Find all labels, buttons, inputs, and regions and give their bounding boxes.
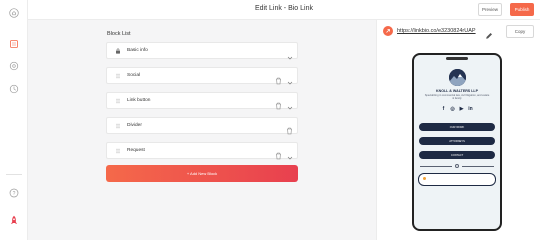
link-button[interactable]: OUR WORK	[419, 123, 495, 131]
instagram-icon[interactable]: ◎	[450, 106, 456, 112]
rail-divider	[6, 174, 22, 175]
divider-line	[420, 166, 452, 167]
block-label: Link button	[127, 98, 151, 103]
block-label: Basic info	[127, 48, 148, 53]
help-icon[interactable]: ?	[6, 185, 22, 201]
drag-handle-icon[interactable]	[115, 98, 121, 104]
lock-icon	[115, 48, 121, 54]
block-divider[interactable]: Divider	[106, 117, 298, 135]
add-block-button[interactable]: + Add New Block	[106, 165, 298, 182]
chevron-down-icon[interactable]	[287, 73, 293, 85]
request-field[interactable]	[418, 173, 496, 186]
page-title: Edit Link - Bio Link	[255, 5, 313, 12]
svg-text:?: ?	[13, 191, 16, 197]
phone-preview: KNOLL & WALTERS LLP Specializing in comm…	[412, 53, 502, 231]
request-indicator-icon	[423, 177, 426, 180]
rocket-icon[interactable]	[6, 213, 22, 229]
block-label: Social	[127, 73, 141, 78]
block-basic-info[interactable]: Basic info	[106, 42, 298, 60]
linkedin-icon[interactable]: in	[468, 106, 474, 112]
block-label: Request	[127, 148, 145, 153]
publish-button[interactable]: Publish	[510, 3, 534, 16]
home-icon[interactable]	[6, 5, 22, 21]
chevron-down-icon[interactable]	[287, 98, 293, 110]
chevron-down-icon[interactable]	[287, 48, 293, 60]
page-icon[interactable]	[6, 36, 22, 52]
copy-button[interactable]: Copy	[506, 25, 534, 38]
trash-icon[interactable]	[275, 97, 282, 110]
chevron-down-icon[interactable]	[287, 148, 293, 160]
youtube-icon[interactable]: ▶	[459, 106, 465, 112]
bio-link-url[interactable]: https://linkbio.co/e3230824rUAP	[397, 28, 476, 34]
divider-line	[462, 166, 494, 167]
block-social[interactable]: Social	[106, 67, 298, 85]
drag-handle-icon[interactable]	[115, 73, 121, 79]
trash-icon[interactable]	[275, 72, 282, 85]
analytics-icon[interactable]	[6, 81, 22, 97]
profile-bio: Specializing in commercial law, civil li…	[424, 94, 490, 101]
social-icons: f ◎ ▶ in	[414, 106, 500, 112]
link-button[interactable]: ATTORNEYS	[419, 137, 495, 145]
link-logo-icon	[383, 26, 393, 36]
left-rail: ?	[0, 0, 28, 240]
top-bar: Edit Link - Bio Link	[28, 0, 540, 20]
block-label: Divider	[127, 123, 142, 128]
link-button[interactable]: CONTACT	[419, 151, 495, 159]
phone-notch	[446, 57, 468, 60]
settings-icon[interactable]	[6, 58, 22, 74]
profile-avatar	[449, 69, 466, 86]
divider-dot	[455, 164, 459, 168]
block-request[interactable]: Request	[106, 142, 298, 160]
pencil-icon[interactable]	[485, 27, 493, 39]
preview-button[interactable]: Preview	[478, 3, 502, 16]
block-link-button[interactable]: Link button	[106, 92, 298, 110]
trash-icon[interactable]	[275, 147, 282, 160]
drag-handle-icon[interactable]	[115, 123, 121, 129]
profile-name: KNOLL & WALTERS LLP	[436, 89, 478, 93]
drag-handle-icon[interactable]	[115, 148, 121, 154]
facebook-icon[interactable]: f	[441, 106, 447, 112]
block-list-title: Block List	[107, 31, 131, 37]
trash-icon[interactable]	[286, 122, 293, 135]
